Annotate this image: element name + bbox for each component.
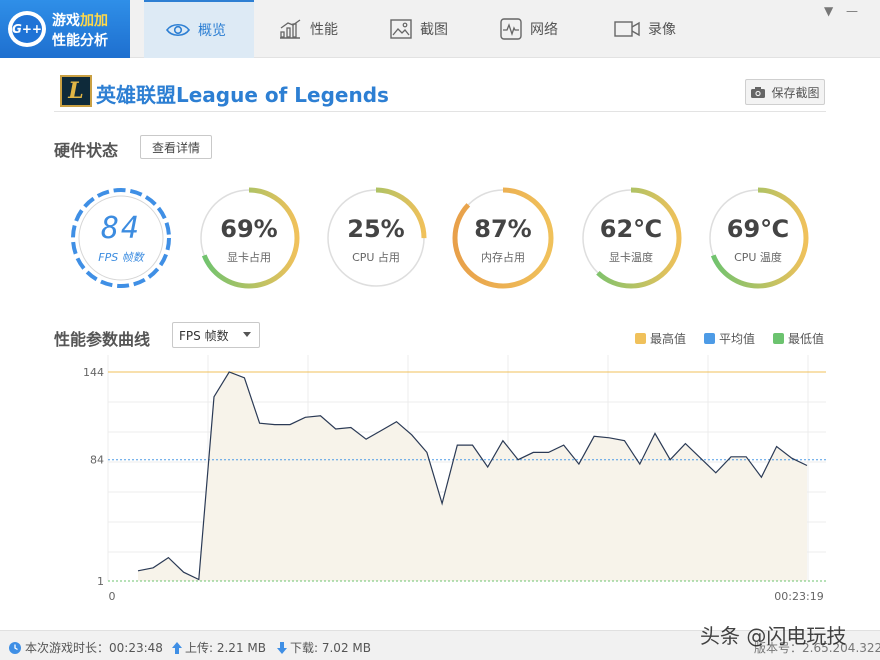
upload-text: 上传: 2.21 MB <box>185 641 266 655</box>
arrow-up-icon <box>172 641 182 654</box>
clock-icon <box>9 641 21 654</box>
y-tick-label: 84 <box>90 454 104 467</box>
download-stat: 下载: 7.02 MB <box>277 639 371 656</box>
y-tick-label: 144 <box>83 366 104 379</box>
x-tick-label: 0 <box>109 590 116 603</box>
fps-chart: 144 84 10 00:23:19 <box>83 355 826 603</box>
session-duration: 本次游戏时长：00:23:48 <box>8 639 163 656</box>
session-duration-text: 本次游戏时长：00:23:48 <box>25 641 163 655</box>
arrow-down-icon <box>277 641 287 654</box>
x-tick-label: 00:23:19 <box>774 590 823 603</box>
watermark: 头条 @闪电玩技 <box>700 624 847 648</box>
download-text: 下载: 7.02 MB <box>290 641 371 655</box>
y-tick-label: 1 <box>97 575 104 588</box>
upload-stat: 上传: 2.21 MB <box>172 639 266 656</box>
